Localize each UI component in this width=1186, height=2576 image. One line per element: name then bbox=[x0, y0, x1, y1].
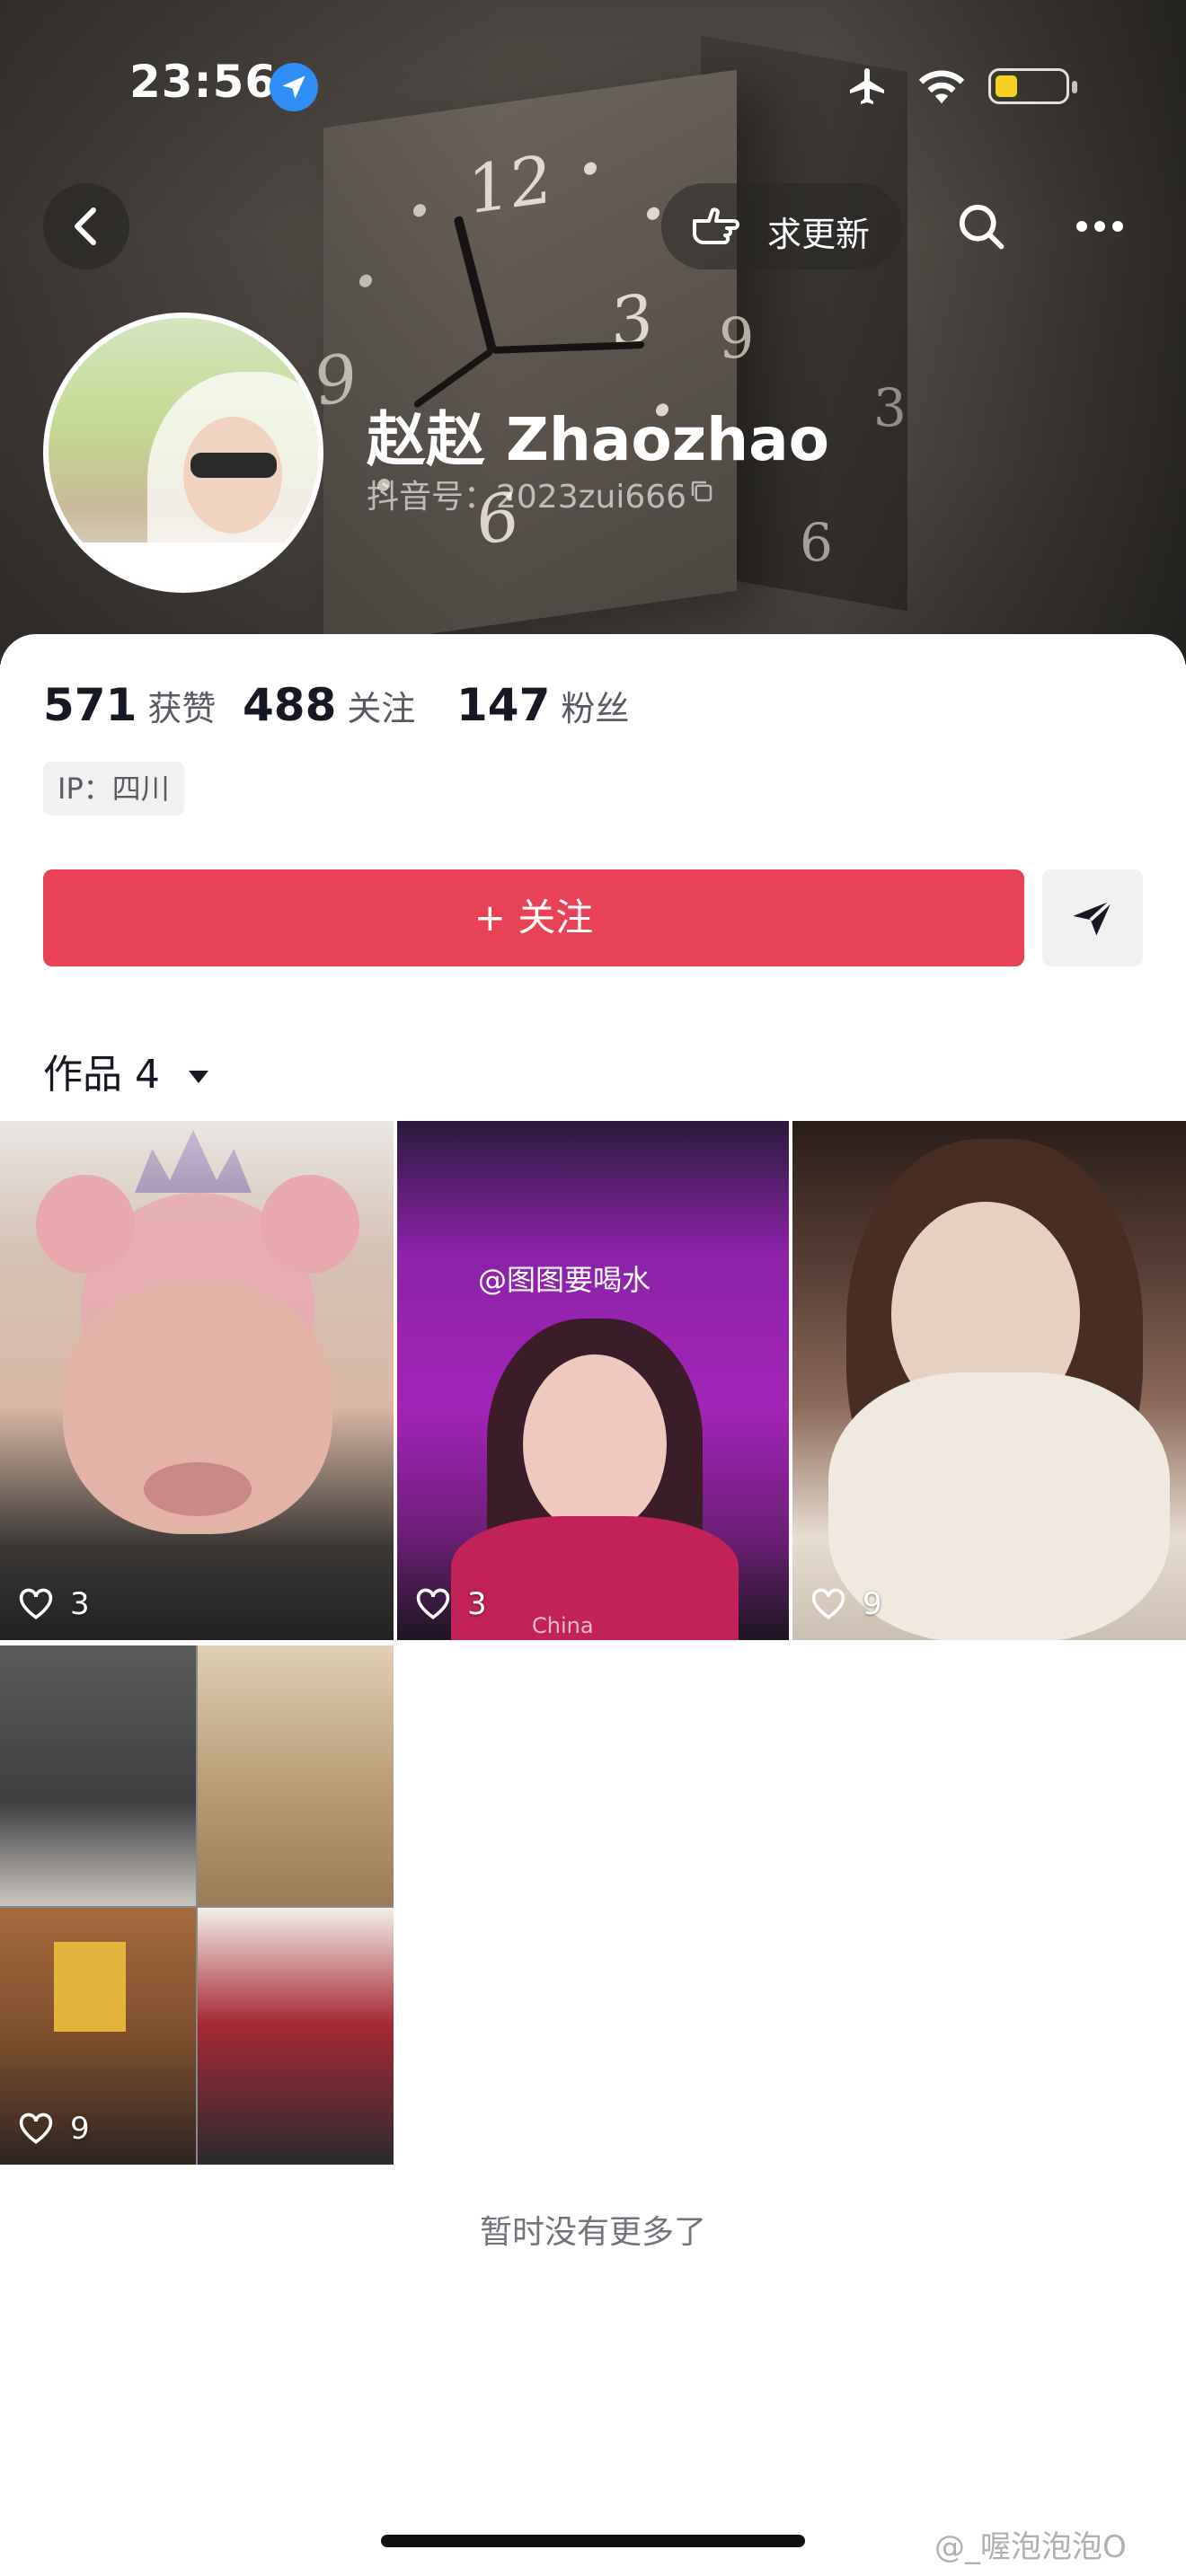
no-more-content-text: 暂时没有更多了 bbox=[479, 2214, 706, 2251]
chevron-left-icon bbox=[75, 207, 96, 245]
video-tile[interactable]: @图图要喝水 China 3 bbox=[397, 1121, 789, 1640]
location-arrow-icon bbox=[270, 63, 318, 111]
pointing-hand-icon bbox=[693, 207, 739, 245]
like-count: 9 bbox=[810, 1586, 882, 1622]
video-tile[interactable]: 9 bbox=[792, 1121, 1186, 1640]
heart-outline-icon bbox=[416, 1588, 450, 1619]
status-time: 23:56 bbox=[129, 56, 278, 108]
home-indicator[interactable] bbox=[381, 2535, 805, 2547]
avatar[interactable] bbox=[43, 313, 323, 593]
wifi-icon bbox=[918, 70, 965, 104]
airplane-icon bbox=[850, 68, 884, 104]
stat-following[interactable]: 488 关注 bbox=[243, 679, 415, 731]
like-count: 9 bbox=[18, 2111, 90, 2147]
request-update-button[interactable]: 求更新 bbox=[661, 183, 902, 269]
battery-icon bbox=[988, 68, 1077, 104]
video-tile[interactable]: 3 bbox=[0, 1121, 394, 1640]
heart-outline-icon bbox=[811, 1588, 845, 1619]
back-button[interactable] bbox=[43, 183, 129, 269]
send-icon bbox=[1073, 899, 1113, 936]
copy-icon[interactable] bbox=[688, 478, 715, 505]
search-icon[interactable] bbox=[954, 199, 1008, 253]
source-watermark: @_喔泡泡泡O bbox=[934, 2529, 1127, 2565]
ip-location-tag: IP：四川 bbox=[43, 762, 184, 816]
more-options-icon[interactable] bbox=[1075, 212, 1125, 241]
works-tab-label: 作品 4 bbox=[43, 1052, 160, 1098]
request-update-label: 求更新 bbox=[767, 215, 871, 254]
stat-followers[interactable]: 147 粉丝 bbox=[456, 679, 629, 731]
profile-name: 赵赵 Zhaozhao bbox=[367, 405, 829, 474]
stat-likes: 571 获赞 bbox=[43, 679, 217, 731]
tab-works[interactable]: 作品 4 bbox=[43, 1042, 210, 1099]
like-count: 3 bbox=[18, 1586, 90, 1622]
follow-button[interactable]: + 关注 bbox=[43, 869, 1024, 966]
heart-outline-icon bbox=[19, 2113, 53, 2144]
like-count: 3 bbox=[415, 1586, 487, 1622]
video-watermark: @图图要喝水 bbox=[478, 1263, 651, 1297]
video-caption: China bbox=[532, 1613, 594, 1638]
caret-down-icon bbox=[188, 1071, 208, 1083]
douyin-id: 抖音号：2023zui666 bbox=[367, 479, 687, 516]
send-message-button[interactable] bbox=[1042, 869, 1143, 966]
video-tile[interactable]: 9 bbox=[0, 1645, 394, 2165]
heart-outline-icon bbox=[19, 1588, 53, 1619]
